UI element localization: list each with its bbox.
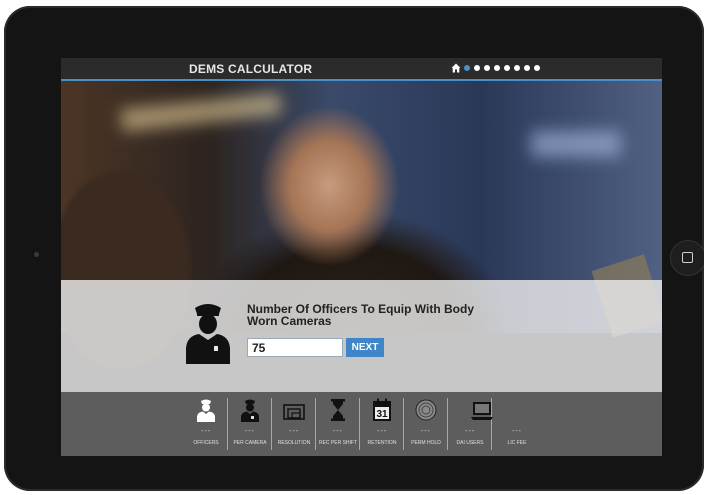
license-icon [471, 402, 493, 420]
step-value: --- [421, 428, 431, 435]
camera-officer-icon [241, 399, 259, 422]
step-officers[interactable]: --- OFFICERS [184, 392, 228, 456]
tablet-frame: DEMS CALCULATOR Number Of Officers To Eq… [4, 6, 704, 491]
device-home-button[interactable] [670, 240, 704, 276]
step-label: PER CAMERA [233, 440, 267, 446]
step-lic-fee[interactable]: --- LIC FEE [471, 392, 539, 456]
step-label: DAI USERS [456, 440, 484, 446]
step-perm-hold[interactable]: --- PERM HOLD [404, 392, 448, 456]
next-button[interactable]: NEXT [346, 338, 384, 357]
page-dot-4[interactable] [494, 65, 500, 71]
step-value: --- [377, 428, 387, 435]
step-label: REC PER SHIFT [318, 440, 358, 446]
step-per-camera[interactable]: --- PER CAMERA [228, 392, 272, 456]
hourglass-icon [331, 399, 345, 421]
page-dot-8[interactable] [534, 65, 540, 71]
question-panel: Number Of Officers To Equip With Body Wo… [61, 280, 662, 392]
police-officer-icon [186, 304, 230, 364]
page-indicator [464, 65, 540, 71]
step-bar: --- OFFICERS --- PER CAMERA --- RESOLUTI… [61, 392, 662, 456]
step-label: RESOLUTION [277, 440, 311, 446]
step-resolution[interactable]: --- RESOLUTION [272, 392, 316, 456]
step-label: LIC FEE [507, 440, 527, 446]
step-label: OFFICERS [193, 440, 219, 446]
app-title: DEMS CALCULATOR [189, 62, 313, 76]
home-icon[interactable] [451, 63, 461, 73]
front-camera [34, 252, 39, 257]
officer-count-input[interactable] [247, 338, 343, 357]
calendar-icon: 31 [373, 398, 391, 421]
officer-icon [197, 399, 215, 422]
step-label: RETENTION [367, 440, 397, 446]
step-rec-per-shift[interactable]: --- REC PER SHIFT [316, 392, 360, 456]
page-dot-7[interactable] [524, 65, 530, 71]
page-dot-6[interactable] [514, 65, 520, 71]
top-bar: DEMS CALCULATOR [61, 58, 662, 81]
step-label: PERM HOLD [411, 440, 441, 446]
step-value: --- [201, 428, 211, 435]
screens-icon [283, 404, 305, 420]
page-dot-3[interactable] [484, 65, 490, 71]
page-dot-1[interactable] [464, 65, 470, 71]
step-value: --- [245, 428, 255, 435]
question-text: Number Of Officers To Equip With Body Wo… [247, 302, 475, 328]
disc-icon [415, 399, 437, 421]
step-value: --- [512, 428, 522, 435]
calendar-day: 31 [376, 409, 388, 420]
step-value: --- [289, 428, 299, 435]
page-dot-5[interactable] [504, 65, 510, 71]
app-screen: DEMS CALCULATOR Number Of Officers To Eq… [61, 58, 662, 456]
step-retention[interactable]: 31 --- RETENTION [360, 392, 404, 456]
page-dot-2[interactable] [474, 65, 480, 71]
step-value: --- [465, 428, 475, 435]
step-value: --- [333, 428, 343, 435]
